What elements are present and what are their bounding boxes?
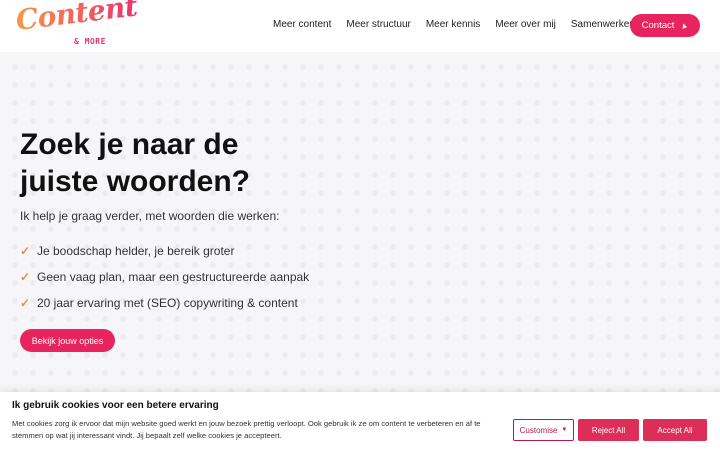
content-and-more-logo[interactable]: Content & MORE xyxy=(14,0,139,48)
checkmark-icon: ✓ xyxy=(20,296,31,310)
nav-item-meer-structuur[interactable]: Meer structuur xyxy=(346,19,410,30)
nav-item-meer-over-mij[interactable]: Meer over mij xyxy=(495,19,556,30)
list-item: ✓ Geen vaag plan, maar een gestructureer… xyxy=(20,264,309,290)
cookie-text: Met cookies zorg ik ervoor dat mijn webs… xyxy=(12,419,481,440)
hero-title-line-1: Zoek je naar de xyxy=(20,128,239,161)
checkmark-icon: ✓ xyxy=(20,244,31,258)
cookie-banner: Ik gebruik cookies voor een betere ervar… xyxy=(0,392,720,450)
hero-title: Zoek je naar de juiste woorden? xyxy=(20,126,380,200)
list-item-text: 20 jaar ervaring met (SEO) copywriting &… xyxy=(37,296,298,310)
cursor-pointer-icon: ▲ xyxy=(679,19,690,32)
list-item-text: Je boodschap helder, je bereik groter xyxy=(37,244,235,258)
main-nav: Meer content Meer structuur Meer kennis … xyxy=(273,19,655,30)
view-options-button[interactable]: Bekijk jouw opties xyxy=(20,329,115,352)
list-item: ✓ 20 jaar ervaring met (SEO) copywriting… xyxy=(20,290,309,316)
accept-all-button[interactable]: Accept All xyxy=(643,419,707,441)
nav-item-meer-content[interactable]: Meer content xyxy=(273,19,331,30)
list-item-text: Geen vaag plan, maar een gestructureerde… xyxy=(37,270,310,284)
hero-intro: Ik help je graag verder, met woorden die… xyxy=(20,209,280,223)
benefit-list: ✓ Je boodschap helder, je bereik groter … xyxy=(20,238,309,316)
customise-button[interactable]: Customise ▼ xyxy=(513,419,574,441)
nav-item-meer-kennis[interactable]: Meer kennis xyxy=(426,19,480,30)
hero-title-line-2: juiste woorden? xyxy=(20,165,251,198)
contact-button[interactable]: Contact ▲ xyxy=(630,14,700,37)
logo-subtext: & MORE xyxy=(74,37,106,46)
logo-wordmark: Content xyxy=(14,0,139,37)
list-item: ✓ Je boodschap helder, je bereik groter xyxy=(20,238,309,264)
caret-down-icon: ▼ xyxy=(561,427,568,433)
checkmark-icon: ✓ xyxy=(20,270,31,284)
customise-button-label: Customise xyxy=(519,425,558,435)
cookie-title: Ik gebruik cookies voor een betere ervar… xyxy=(12,400,219,411)
contact-button-label: Contact xyxy=(641,20,675,31)
reject-all-button[interactable]: Reject All xyxy=(578,419,639,441)
site-header: Content & MORE Meer content Meer structu… xyxy=(0,0,720,52)
